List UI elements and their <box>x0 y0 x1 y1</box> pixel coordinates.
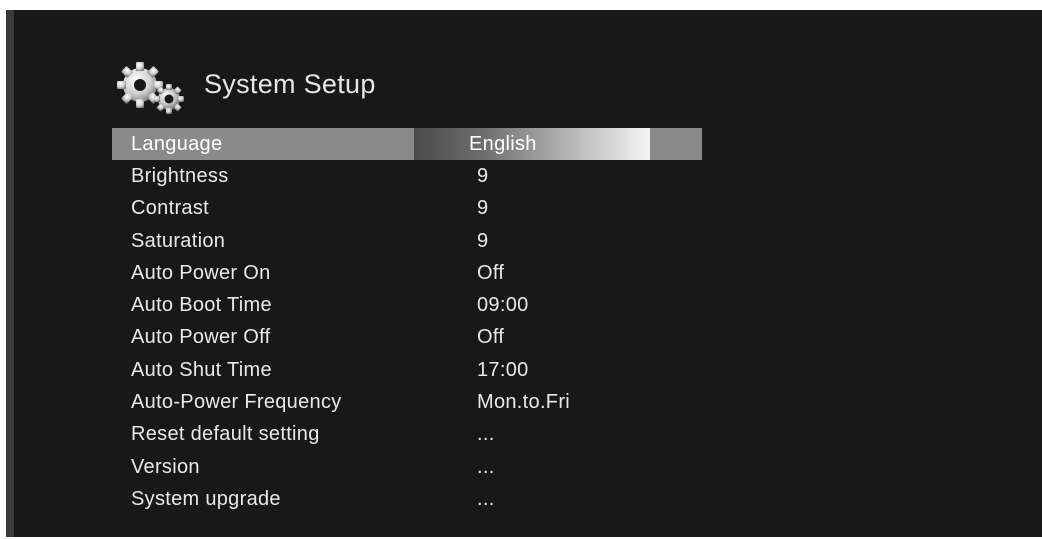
menu-header: System Setup <box>114 56 376 116</box>
menu-item-auto-power-on[interactable]: Auto Power On Off <box>112 257 702 289</box>
menu-item-auto-boot-time[interactable]: Auto Boot Time 09:00 <box>112 289 702 321</box>
menu-item-label: Auto Shut Time <box>131 358 272 381</box>
menu-item-value[interactable]: ... <box>477 483 495 515</box>
menu-item-label: Reset default setting <box>131 423 320 446</box>
menu-item-label: Saturation <box>131 229 226 252</box>
menu-item-label: Brightness <box>131 165 229 187</box>
menu-item-label: Auto Power On <box>131 261 271 284</box>
menu-item-value[interactable]: 9 <box>477 225 488 257</box>
setup-menu: Language English Brightness 9 Contrast 9 Satur… <box>112 128 702 515</box>
menu-item-value[interactable]: 9 <box>477 160 488 192</box>
menu-item-value[interactable]: ... <box>477 418 495 450</box>
gear-icon <box>117 62 184 114</box>
menu-item-language[interactable]: Language English <box>112 128 702 160</box>
menu-item-brightness[interactable]: Brightness 9 <box>112 160 702 192</box>
menu-item-label: Auto-Power Frequency <box>131 391 342 414</box>
menu-item-value[interactable]: Off <box>477 257 504 289</box>
menu-item-label: Contrast <box>131 197 209 220</box>
menu-item-saturation[interactable]: Saturation 9 <box>112 225 702 257</box>
menu-item-value[interactable]: English <box>469 128 537 160</box>
menu-item-value[interactable]: 9 <box>477 192 488 224</box>
menu-item-auto-shut-time[interactable]: Auto Shut Time 17:00 <box>112 354 702 386</box>
menu-item-auto-power-frequency[interactable]: Auto-Power Frequency Mon.to.Fri <box>112 386 702 418</box>
osd-screen: System Setup Language English Brightness 9 C… <box>6 10 1042 537</box>
menu-item-contrast[interactable]: Contrast 9 <box>112 192 702 224</box>
menu-item-label: Auto Boot Time <box>131 294 272 317</box>
menu-item-value[interactable]: 09:00 <box>477 289 529 321</box>
menu-item-label: Language <box>131 133 223 155</box>
menu-item-value[interactable]: Off <box>477 321 504 353</box>
menu-item-value[interactable]: Mon.to.Fri <box>477 386 570 418</box>
menu-item-system-upgrade[interactable]: System upgrade... <box>112 483 702 515</box>
menu-item-reset-default-setting[interactable]: Reset default setting... <box>112 418 702 450</box>
page-title: System Setup <box>204 68 376 99</box>
screen-edge <box>6 10 14 537</box>
menu-item-version[interactable]: Version... <box>112 451 702 483</box>
menu-item-value[interactable]: ... <box>477 451 495 483</box>
menu-item-label: System upgrade <box>131 487 281 510</box>
menu-item-label: Version <box>131 455 200 478</box>
menu-item-value[interactable]: 17:00 <box>477 354 529 386</box>
menu-item-auto-power-off[interactable]: Auto Power Off Off <box>112 321 702 353</box>
menu-item-label: Auto Power Off <box>131 326 271 349</box>
